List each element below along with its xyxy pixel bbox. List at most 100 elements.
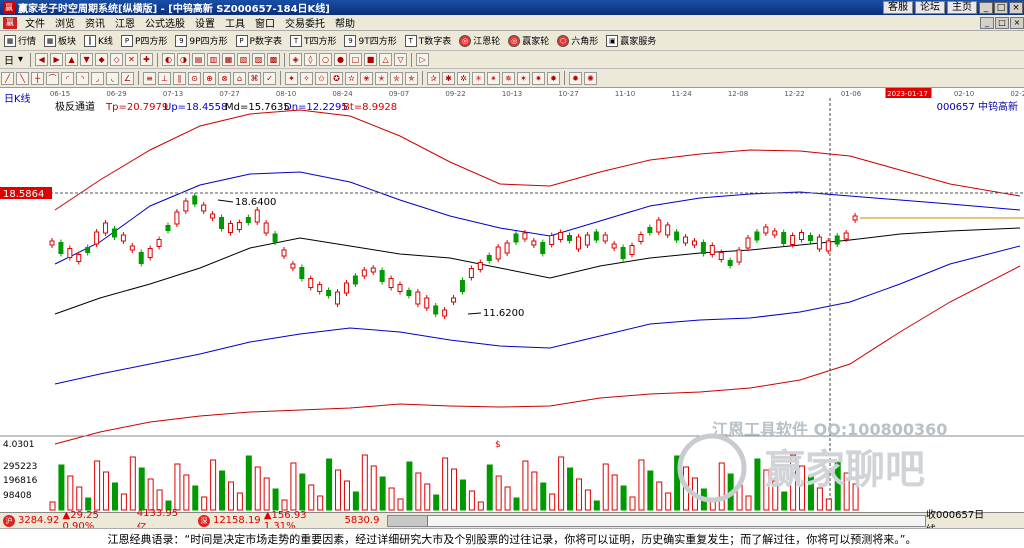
toolbar-sectors[interactable]: ▦ 板块: [40, 34, 80, 47]
drawing-tool-icon[interactable]: ∠: [121, 71, 134, 85]
drawing-tool-icon[interactable]: ✴: [487, 71, 500, 85]
drawing-tool-icon[interactable]: ⌂: [233, 71, 246, 85]
drawing-tool-icon[interactable]: ✬: [360, 71, 373, 85]
tool-icon[interactable]: □: [349, 53, 363, 66]
tool-icon[interactable]: ◀: [35, 53, 49, 66]
drawing-tool-icon[interactable]: ⊕: [203, 71, 216, 85]
toolbar-p-number[interactable]: P P数字表: [232, 34, 286, 47]
menu-gann[interactable]: 江恩: [110, 15, 140, 30]
service-link[interactable]: 客服: [883, 1, 913, 14]
forum-link[interactable]: 论坛: [915, 1, 945, 14]
drawing-tool-icon[interactable]: ◝: [76, 71, 89, 85]
menu-window[interactable]: 窗口: [250, 15, 280, 30]
drawing-tool-icon[interactable]: ∥: [173, 71, 186, 85]
menu-tools[interactable]: 工具: [220, 15, 250, 30]
drawing-tool-icon[interactable]: ✦: [285, 71, 298, 85]
drawing-tool-icon[interactable]: ⌘: [248, 71, 261, 85]
menu-help[interactable]: 帮助: [330, 15, 360, 30]
drawing-tool-icon[interactable]: ✓: [263, 71, 276, 85]
tool-icon[interactable]: ◑: [177, 53, 191, 66]
tool-icon[interactable]: ▤: [192, 53, 206, 66]
tool-icon[interactable]: ✚: [140, 53, 154, 66]
drawing-tool-icon[interactable]: ✲: [457, 71, 470, 85]
drawing-tool-icon[interactable]: ◞: [91, 71, 104, 85]
drawing-tool-icon[interactable]: ╱: [1, 71, 14, 85]
tool-icon[interactable]: ◆: [95, 53, 109, 66]
menu-info[interactable]: 资讯: [80, 15, 110, 30]
tool-icon[interactable]: ▦: [222, 53, 236, 66]
drawing-tool-icon[interactable]: ✩: [315, 71, 328, 85]
drawing-tool-icon[interactable]: ✸: [547, 71, 560, 85]
tool-icon[interactable]: ◇: [110, 53, 124, 66]
drawing-tool-icon[interactable]: ╲: [16, 71, 29, 85]
drawing-tool-icon[interactable]: ✵: [502, 71, 515, 85]
tool-icon[interactable]: ▶: [50, 53, 64, 66]
drawing-tool-icon[interactable]: ✺: [584, 71, 597, 85]
period-dropdown[interactable]: 日 ▾: [0, 52, 27, 67]
scrollbar-thumb[interactable]: [388, 515, 429, 526]
toolbar-kline[interactable]: ┃ K线: [80, 34, 117, 47]
drawing-tool-icon[interactable]: ✱: [442, 71, 455, 85]
chart-scrollbar[interactable]: [387, 514, 926, 527]
tool-icon[interactable]: ◊: [304, 53, 318, 66]
tool-icon[interactable]: ▲: [65, 53, 79, 66]
homepage-link[interactable]: 主页: [947, 1, 977, 14]
tool-icon[interactable]: ✕: [125, 53, 139, 66]
drawing-tool-icon[interactable]: ✳: [472, 71, 485, 85]
drawing-tool-icon[interactable]: ⊥: [158, 71, 171, 85]
drawing-tool-icon[interactable]: ✪: [330, 71, 343, 85]
drawing-tool-icon[interactable]: ◜: [61, 71, 74, 85]
menu-trade[interactable]: 交易委托: [280, 15, 330, 30]
mdi-minimize-button[interactable]: _: [980, 16, 994, 29]
tool-icon[interactable]: △: [379, 53, 393, 66]
drawing-tool-icon[interactable]: ✰: [427, 71, 440, 85]
menu-file[interactable]: 文件: [20, 15, 50, 30]
tool-icon[interactable]: ▷: [416, 53, 430, 66]
close-button[interactable]: ×: [1009, 1, 1023, 14]
toolbar-9t-square[interactable]: 9 9T四方形: [340, 34, 400, 47]
drawing-tool-icon[interactable]: ⊗: [218, 71, 231, 85]
menu-formula[interactable]: 公式选股: [140, 15, 190, 30]
toolbar-t-square[interactable]: T T四方形: [286, 34, 341, 47]
drawing-tool-icon[interactable]: ⊙: [188, 71, 201, 85]
drawing-tool-icon[interactable]: ✮: [390, 71, 403, 85]
toolbar-hexagon[interactable]: ⬡ 六角形: [553, 34, 602, 47]
toolbar-service[interactable]: ▣ 赢家服务: [602, 34, 660, 47]
drawing-tool-icon[interactable]: ✹: [569, 71, 582, 85]
drawing-tool-icon[interactable]: ⌒: [46, 71, 59, 85]
drawing-tool-icon[interactable]: ✫: [345, 71, 358, 85]
menu-settings[interactable]: 设置: [190, 15, 220, 30]
tool-icon[interactable]: ○: [319, 53, 333, 66]
maximize-button[interactable]: □: [994, 1, 1008, 14]
drawing-tool-icon[interactable]: ┼: [31, 71, 44, 85]
drawing-tool-icon[interactable]: ✯: [405, 71, 418, 85]
drawing-tool-icon[interactable]: ≡: [143, 71, 156, 85]
toolbar-9p-square[interactable]: 9 9P四方形: [171, 34, 231, 47]
toolbar-p-square[interactable]: P P四方形: [117, 34, 171, 47]
toolbar-winner-wheel[interactable]: ◎ 赢家轮: [504, 34, 553, 47]
drawing-tool-icon[interactable]: ✭: [375, 71, 388, 85]
tool-icon[interactable]: ■: [364, 53, 378, 66]
minimize-button[interactable]: _: [979, 1, 993, 14]
tool-icon[interactable]: ▩: [267, 53, 281, 66]
drawing-tool-icon[interactable]: ◟: [106, 71, 119, 85]
toolbar-gann-wheel[interactable]: ◎ 江恩轮: [455, 34, 504, 47]
tool-icon[interactable]: ●: [334, 53, 348, 66]
tool-icon[interactable]: ▥: [207, 53, 221, 66]
drawing-tool-icon[interactable]: ✶: [517, 71, 530, 85]
tool-icon[interactable]: ◈: [289, 53, 303, 66]
menu-browse[interactable]: 浏览: [50, 15, 80, 30]
mdi-restore-button[interactable]: □: [995, 16, 1009, 29]
menu-app-icon[interactable]: 赢: [3, 16, 17, 29]
toolbar-quotes[interactable]: ▦ 行情: [0, 34, 40, 47]
kline-chart[interactable]: 06-15 06-29 07-13 07-27 08-10 08-24 09-07 09-22…: [0, 88, 1024, 512]
drawing-tool-icon[interactable]: ✧: [300, 71, 313, 85]
tool-icon[interactable]: ◐: [162, 53, 176, 66]
kline-chart-area[interactable]: 06-15 06-29 07-13 07-27 08-10 08-24 09-07 09-22…: [0, 88, 1024, 512]
drawing-tool-icon[interactable]: ✷: [532, 71, 545, 85]
mdi-close-button[interactable]: ×: [1010, 16, 1024, 29]
tool-icon[interactable]: ▼: [80, 53, 94, 66]
toolbar-t-number[interactable]: T T数字表: [401, 34, 456, 47]
tool-icon[interactable]: ▽: [394, 53, 408, 66]
tool-icon[interactable]: ▨: [252, 53, 266, 66]
